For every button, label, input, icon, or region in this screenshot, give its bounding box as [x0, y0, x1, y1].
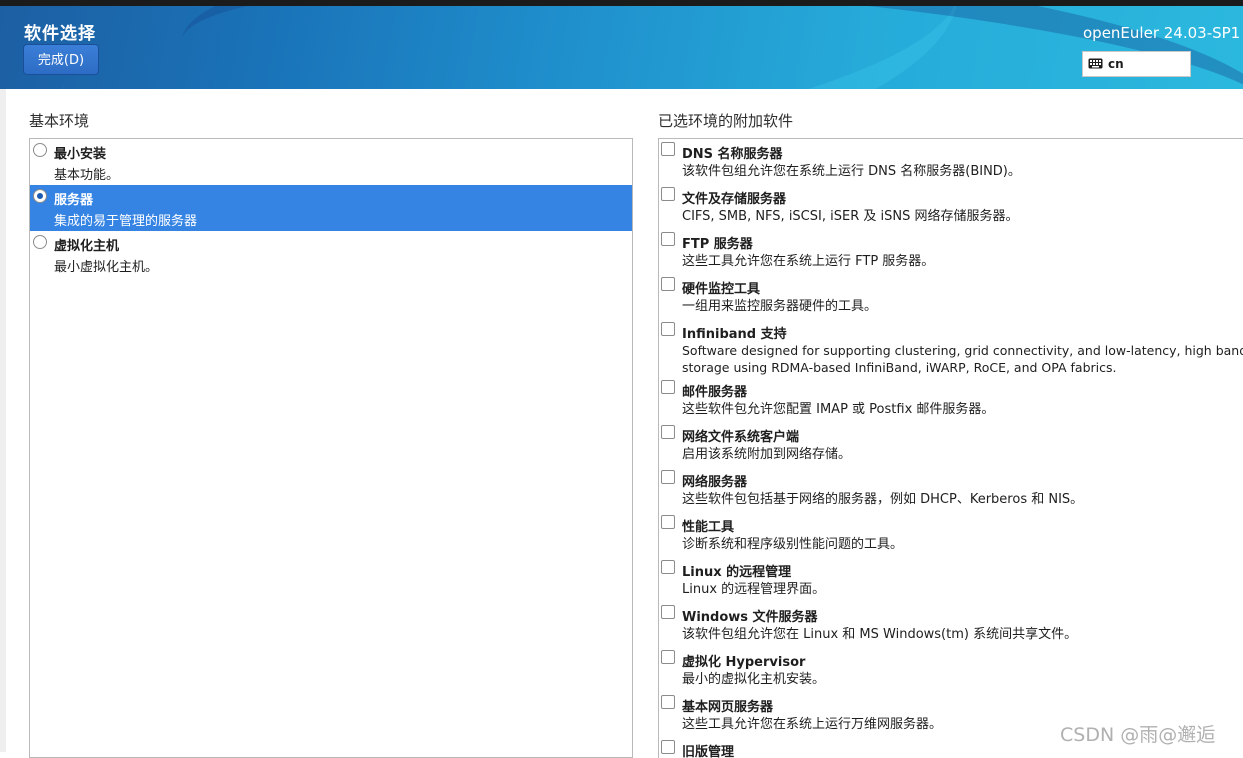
addon-item-nfs-client[interactable]: 网络文件系统客户端 启用该系统附加到网络存储。: [659, 422, 1243, 467]
addon-item-title: 邮件服务器: [682, 385, 748, 400]
env-item-desc: 集成的易于管理的服务器: [54, 214, 198, 229]
addon-item-title: 硬件监控工具: [682, 282, 761, 297]
base-environment-list: 最小安装 基本功能。 服务器 集成的易于管理的服务器 虚拟化主机 最小虚拟化主机…: [29, 138, 633, 758]
addon-checkbox[interactable]: [661, 470, 675, 484]
addon-checkbox[interactable]: [661, 605, 675, 619]
keyboard-icon: [1088, 58, 1103, 69]
addon-item-title: 性能工具: [682, 520, 735, 535]
addon-checkbox[interactable]: [661, 515, 675, 529]
content-left-edge: [0, 89, 6, 752]
addon-item-hardware-monitoring[interactable]: 硬件监控工具 一组用来监控服务器硬件的工具。: [659, 274, 1243, 319]
keyboard-layout-indicator[interactable]: cn: [1082, 51, 1191, 77]
addon-item-performance-tools[interactable]: 性能工具 诊断系统和程序级别性能问题的工具。: [659, 512, 1243, 557]
addon-checkbox[interactable]: [661, 187, 675, 201]
addon-item-title: 文件及存储服务器: [682, 192, 787, 207]
addon-item-mail-server[interactable]: 邮件服务器 这些软件包允许您配置 IMAP 或 Postfix 邮件服务器。: [659, 377, 1243, 422]
addon-item-desc: 诊断系统和程序级别性能问题的工具。: [682, 537, 904, 552]
addon-item-desc-line2: storage using RDMA-based InfiniBand, iWA…: [682, 360, 1117, 375]
addon-item-title: 网络文件系统客户端: [682, 430, 800, 445]
env-item-desc: 最小虚拟化主机。: [54, 260, 159, 275]
addon-checkbox[interactable]: [661, 425, 675, 439]
addon-checkbox[interactable]: [661, 695, 675, 709]
addon-item-desc: 这些软件包包括基于网络的服务器，例如 DHCP、Kerberos 和 NIS。: [682, 492, 1084, 507]
addon-item-title: Linux 的远程管理: [682, 565, 792, 580]
addon-item-dns[interactable]: DNS 名称服务器 该软件包组允许您在系统上运行 DNS 名称服务器(BIND)…: [659, 139, 1243, 184]
addon-checkbox[interactable]: [661, 232, 675, 246]
addon-item-title: FTP 服务器: [682, 237, 753, 252]
env-item-minimal[interactable]: 最小安装 基本功能。: [30, 139, 632, 185]
keyboard-layout-label: cn: [1108, 57, 1124, 71]
env-item-virtualization-host[interactable]: 虚拟化主机 最小虚拟化主机。: [30, 231, 632, 277]
addon-checkbox[interactable]: [661, 322, 675, 336]
done-button[interactable]: 完成(D): [23, 44, 99, 75]
env-item-server[interactable]: 服务器 集成的易于管理的服务器: [30, 185, 632, 231]
watermark: CSDN @雨@邂逅: [1060, 724, 1216, 746]
addon-item-desc: 最小的虚拟化主机安装。: [682, 672, 826, 687]
addon-item-windows-file-server[interactable]: Windows 文件服务器 该软件包组允许您在 Linux 和 MS Windo…: [659, 602, 1243, 647]
addon-item-title: Windows 文件服务器: [682, 610, 818, 625]
addon-item-title: 网络服务器: [682, 475, 748, 490]
addon-checkbox[interactable]: [661, 560, 675, 574]
env-item-desc: 基本功能。: [54, 168, 120, 183]
addon-item-desc: 这些软件包允许您配置 IMAP 或 Postfix 邮件服务器。: [682, 402, 995, 417]
env-radio[interactable]: [33, 143, 47, 157]
addon-item-title: 虚拟化 Hypervisor: [682, 655, 806, 670]
env-item-title: 最小安装: [54, 147, 107, 162]
env-radio[interactable]: [33, 235, 47, 249]
addon-item-network-server[interactable]: 网络服务器 这些软件包包括基于网络的服务器，例如 DHCP、Kerberos 和…: [659, 467, 1243, 512]
addon-item-desc: 该软件包组允许您在系统上运行 DNS 名称服务器(BIND)。: [682, 164, 1021, 179]
addon-item-desc: 该软件包组允许您在 Linux 和 MS Windows(tm) 系统间共享文件…: [682, 627, 1078, 642]
addon-checkbox[interactable]: [661, 650, 675, 664]
addon-checkbox[interactable]: [661, 277, 675, 291]
env-item-title: 服务器: [54, 193, 94, 208]
header-bar: 软件选择 完成(D) openEuler 24.03-SP1 安 cn: [0, 6, 1243, 89]
addon-software-list: DNS 名称服务器 该软件包组允许您在系统上运行 DNS 名称服务器(BIND)…: [658, 138, 1243, 758]
addon-item-desc: 一组用来监控服务器硬件的工具。: [682, 299, 878, 314]
addon-item-title: Infiniband 支持: [682, 327, 787, 342]
product-name: openEuler 24.03-SP1 安: [1083, 24, 1243, 42]
addon-item-desc: CIFS, SMB, NFS, iSCSI, iSER 及 iSNS 网络存储服…: [682, 209, 1019, 224]
base-environment-heading: 基本环境: [29, 112, 90, 130]
addon-item-title: 基本网页服务器: [682, 700, 774, 715]
env-item-title: 虚拟化主机: [54, 239, 120, 254]
addon-item-desc: Software designed for supporting cluster…: [682, 343, 1243, 358]
addon-item-infiniband[interactable]: Infiniband 支持 Software designed for supp…: [659, 319, 1243, 377]
addon-item-desc: 这些工具允许您在系统上运行 FTP 服务器。: [682, 254, 935, 269]
page-title: 软件选择: [24, 24, 96, 44]
addon-checkbox[interactable]: [661, 142, 675, 156]
addon-item-title: DNS 名称服务器: [682, 147, 783, 162]
addon-item-desc: 这些工具允许您在系统上运行万维网服务器。: [682, 717, 943, 732]
addon-item-hypervisor[interactable]: 虚拟化 Hypervisor 最小的虚拟化主机安装。: [659, 647, 1243, 692]
addon-item-desc: Linux 的远程管理界面。: [682, 582, 826, 597]
addon-item-remote-management[interactable]: Linux 的远程管理 Linux 的远程管理界面。: [659, 557, 1243, 602]
addon-item-title: 旧版管理: [682, 745, 735, 758]
addon-software-heading: 已选环境的附加软件: [658, 112, 794, 130]
addon-item-ftp[interactable]: FTP 服务器 这些工具允许您在系统上运行 FTP 服务器。: [659, 229, 1243, 274]
addon-item-file-storage[interactable]: 文件及存储服务器 CIFS, SMB, NFS, iSCSI, iSER 及 i…: [659, 184, 1243, 229]
addon-checkbox[interactable]: [661, 380, 675, 394]
addon-item-desc: 启用该系统附加到网络存储。: [682, 447, 852, 462]
env-radio[interactable]: [33, 189, 47, 203]
